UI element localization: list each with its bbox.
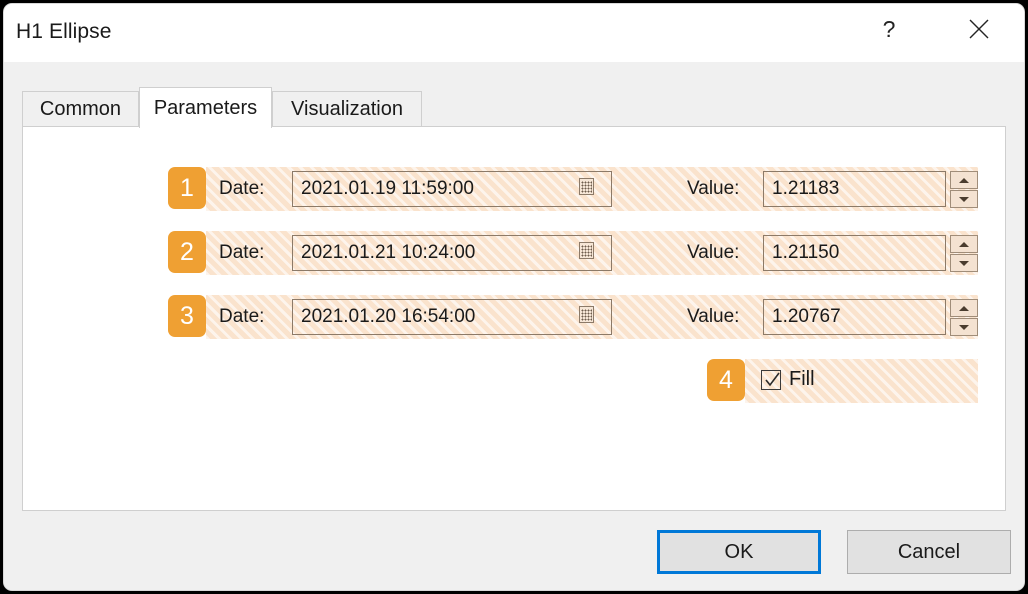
parameters-panel: 1 Date: 2021.01.19 11:59:00 Value: 1.211… [22,126,1006,511]
dialog-window: H1 Ellipse ? Common Parameters Visualiza… [4,4,1024,590]
spinner-down-icon-2[interactable] [950,254,978,272]
help-button[interactable]: ? [866,4,912,54]
close-button[interactable] [956,4,1002,54]
fill-checkbox[interactable] [761,370,781,390]
value-spinner-2[interactable] [950,235,978,273]
window-title: H1 Ellipse [16,20,112,43]
date-label-1: Date: [219,178,265,199]
step-badge-4: 4 [707,359,745,401]
cancel-button[interactable]: Cancel [847,530,1011,574]
tab-common[interactable]: Common [22,91,139,127]
value-spinner-1[interactable] [950,171,978,209]
calendar-icon-1[interactable] [579,178,599,200]
ok-button-label: OK [724,540,754,563]
spinner-up-icon-1[interactable] [950,171,978,189]
tab-parameters-label: Parameters [153,96,258,119]
date-input-1[interactable]: 2021.01.19 11:59:00 [292,171,612,207]
value-input-3[interactable]: 1.20767 [763,299,946,335]
value-input-2[interactable]: 1.21150 [763,235,946,271]
value-spinner-3[interactable] [950,299,978,337]
date-input-2[interactable]: 2021.01.21 10:24:00 [292,235,612,271]
tab-parameters[interactable]: Parameters [139,87,272,128]
spinner-down-icon-1[interactable] [950,190,978,208]
value-label-3: Value: [687,306,740,327]
value-label-2: Value: [687,242,740,263]
cancel-button-label: Cancel [897,540,961,563]
spinner-up-icon-2[interactable] [950,235,978,253]
calendar-icon-3[interactable] [579,306,599,328]
close-icon [969,19,989,39]
step-badge-2: 2 [168,231,206,273]
ok-button[interactable]: OK [657,530,821,574]
tab-strip: Common Parameters Visualization [22,87,1008,128]
date-label-3: Date: [219,306,265,327]
question-mark-icon: ? [882,15,896,42]
dialog-body: Common Parameters Visualization 1 Date: … [4,62,1024,590]
checkmark-icon [765,372,780,387]
date-label-2: Date: [219,242,265,263]
spinner-down-icon-3[interactable] [950,318,978,336]
step-badge-1: 1 [168,167,206,209]
tab-visualization[interactable]: Visualization [272,91,422,127]
value-label-1: Value: [687,178,740,199]
step-badge-3: 3 [168,295,206,337]
date-input-3[interactable]: 2021.01.20 16:54:00 [292,299,612,335]
calendar-icon-2[interactable] [579,242,599,264]
value-input-1[interactable]: 1.21183 [763,171,946,207]
title-bar: H1 Ellipse ? [4,4,1024,62]
fill-label: Fill [789,368,815,390]
tab-common-label: Common [39,98,122,120]
tab-visualization-label: Visualization [291,98,403,120]
spinner-up-icon-3[interactable] [950,299,978,317]
